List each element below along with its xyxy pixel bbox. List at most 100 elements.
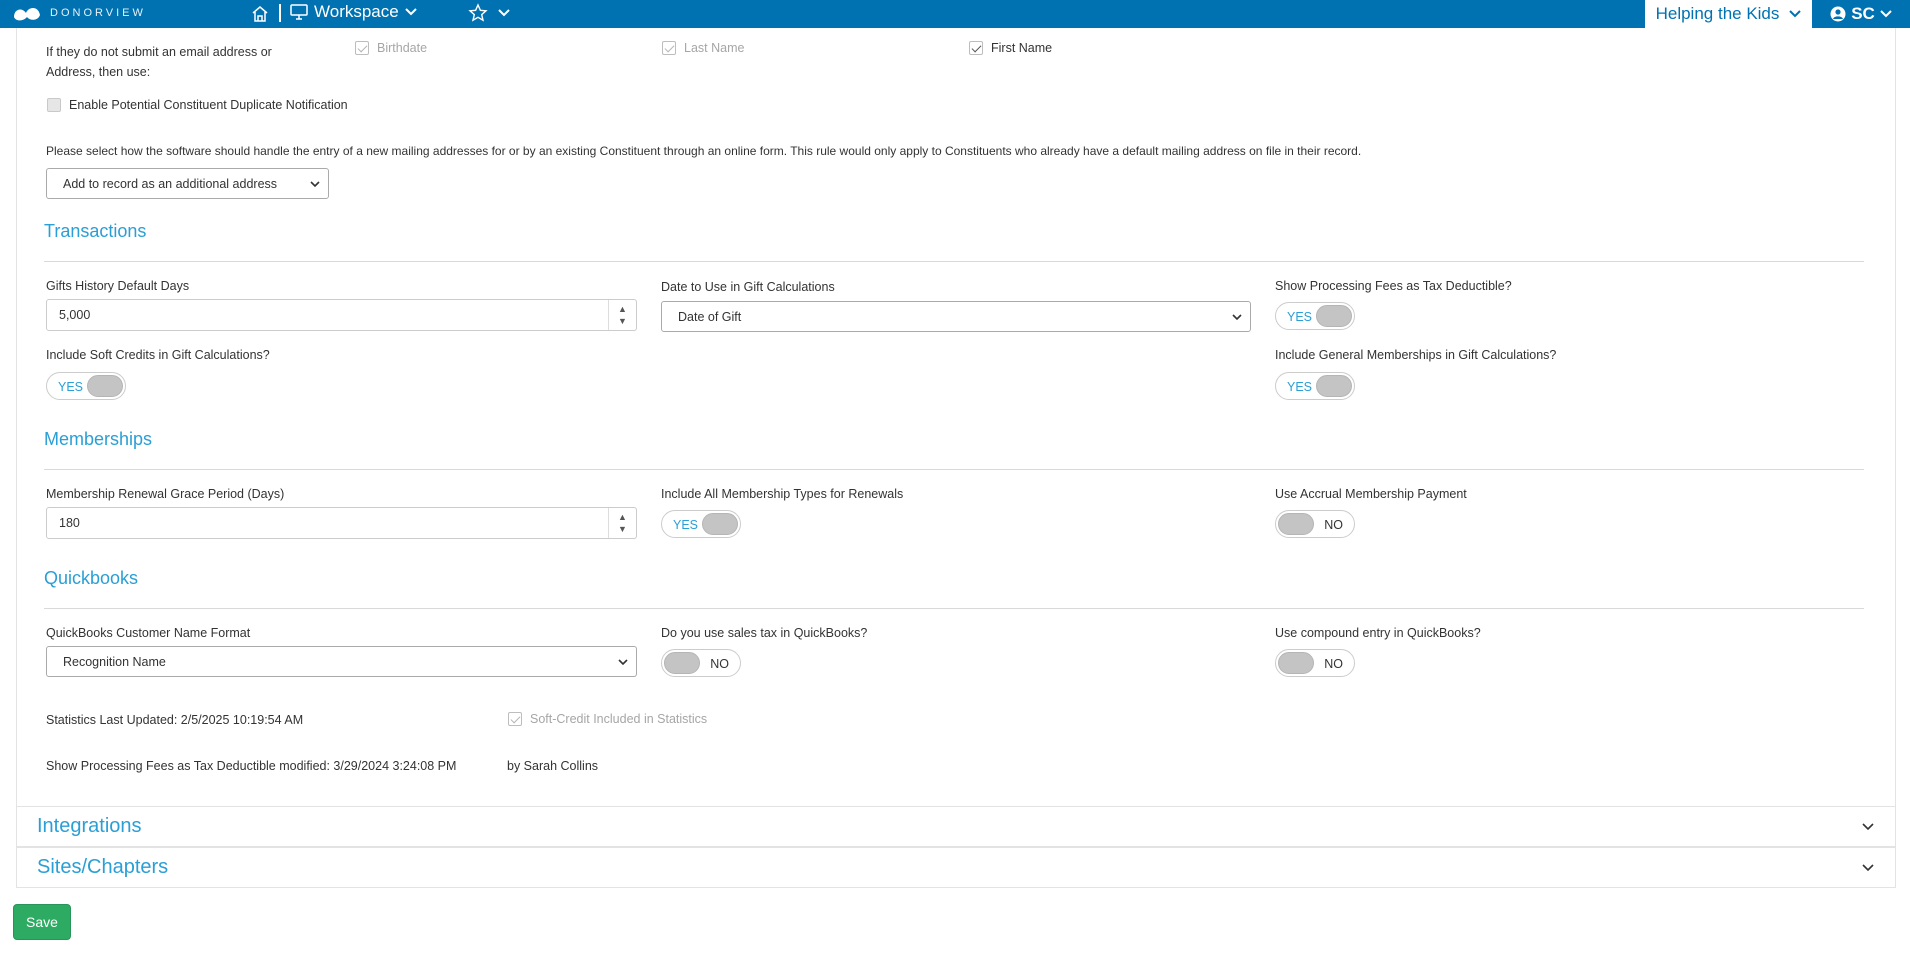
fallback-label-line2: Address, then use: [46, 65, 151, 79]
nav-divider [279, 4, 281, 22]
toggle-knob [1278, 513, 1314, 535]
toggle-text: NO [1324, 518, 1343, 532]
monitor-icon [290, 4, 308, 20]
workspace-menu[interactable]: Workspace [290, 2, 417, 22]
soft-credits-toggle[interactable]: YES [46, 372, 126, 400]
input-value: 180 [59, 516, 80, 530]
name-format-label: QuickBooks Customer Name Format [46, 626, 251, 640]
grace-period-label: Membership Renewal Grace Period (Days) [46, 487, 285, 501]
sales-tax-toggle[interactable]: NO [661, 649, 741, 677]
address-rule-select[interactable]: Add to record as an additional address [46, 168, 329, 199]
user-circle-icon [1830, 6, 1846, 22]
section-divider [44, 261, 1864, 262]
toggle-knob [664, 652, 700, 674]
user-initials: SC [1851, 4, 1875, 23]
address-rule-description: Please select how the software should ha… [46, 144, 1362, 158]
toggle-text: NO [1324, 657, 1343, 671]
home-icon[interactable] [250, 4, 270, 24]
grace-period-input[interactable]: 180 ▲ ▼ [46, 507, 637, 539]
top-navigation-bar: DONORVIEW Workspace Helping the Kids SC [0, 0, 1910, 28]
fees-modified-text: Show Processing Fees as Tax Deductible m… [46, 759, 457, 773]
sites-chapters-accordion[interactable]: Sites/Chapters [16, 847, 1896, 888]
organization-switcher[interactable]: Helping the Kids [1645, 0, 1812, 28]
toggle-knob [1278, 652, 1314, 674]
workspace-label: Workspace [314, 2, 399, 21]
organization-name: Helping the Kids [1655, 4, 1780, 23]
compound-label: Use compound entry in QuickBooks? [1275, 626, 1481, 640]
checkbox-box [508, 712, 522, 726]
gifts-history-label: Gifts History Default Days [46, 279, 190, 293]
chevron-down-icon [1789, 10, 1802, 18]
number-stepper[interactable]: ▲ ▼ [608, 300, 636, 330]
duplicate-notification-checkbox[interactable]: Enable Potential Constituent Duplicate N… [47, 98, 348, 112]
date-calc-select[interactable]: Date of Gift [661, 301, 1251, 332]
star-icon [468, 3, 488, 22]
name-format-select[interactable]: Recognition Name [46, 646, 637, 677]
transactions-heading: Transactions [44, 221, 147, 241]
toggle-knob [1316, 305, 1352, 327]
save-button[interactable]: Save [13, 904, 71, 940]
soft-credits-label: Include Soft Credits in Gift Calculation… [46, 348, 270, 362]
chevron-down-icon [310, 181, 320, 188]
select-value: Recognition Name [63, 654, 166, 669]
favorites-menu[interactable] [468, 3, 510, 23]
user-menu[interactable]: SC [1812, 0, 1910, 28]
checkbox-label: Enable Potential Constituent Duplicate N… [69, 98, 348, 112]
memberships-heading: Memberships [44, 429, 153, 449]
compound-toggle[interactable]: NO [1275, 649, 1355, 677]
accrual-toggle[interactable]: NO [1275, 510, 1355, 538]
chevron-down-icon [498, 9, 510, 17]
checkbox-label: Last Name [684, 41, 745, 55]
sales-tax-label: Do you use sales tax in QuickBooks? [661, 626, 868, 640]
select-value: Date of Gift [678, 309, 742, 324]
toggle-text: YES [673, 518, 699, 532]
toggle-text: YES [58, 380, 84, 394]
fallback-label-line1: If they do not submit an email address o… [46, 45, 272, 59]
number-stepper[interactable]: ▲ ▼ [608, 508, 636, 538]
checkbox-label: First Name [991, 41, 1053, 55]
toggle-knob [1316, 375, 1352, 397]
general-memberships-label: Include General Memberships in Gift Calc… [1275, 348, 1557, 362]
logo-text: DONORVIEW [50, 7, 146, 19]
all-types-label: Include All Membership Types for Renewal… [661, 487, 904, 501]
stats-last-updated: Statistics Last Updated: 2/5/2025 10:19:… [46, 713, 304, 727]
chevron-down-icon [1880, 10, 1892, 18]
accrual-label: Use Accrual Membership Payment [1275, 487, 1467, 501]
modified-by-text: by Sarah Collins [507, 759, 599, 773]
arrow-up-icon[interactable]: ▲ [618, 304, 627, 314]
fallback-label: If they do not submit an email address o… [46, 42, 272, 82]
accordion-title: Integrations [37, 815, 142, 837]
general-memberships-toggle[interactable]: YES [1275, 372, 1355, 400]
last-name-checkbox[interactable]: Last Name [662, 41, 744, 55]
chevron-down-icon [1862, 823, 1874, 831]
integrations-accordion[interactable]: Integrations [16, 806, 1896, 847]
section-divider [44, 469, 1864, 470]
date-calc-label: Date to Use in Gift Calculations [661, 280, 835, 294]
birthdate-checkbox[interactable]: Birthdate [355, 41, 427, 55]
chevron-down-icon [1232, 314, 1242, 321]
toggle-knob [87, 375, 123, 397]
fees-tax-toggle[interactable]: YES [1275, 302, 1355, 330]
checkbox-box [662, 41, 676, 55]
checkbox-label: Birthdate [377, 41, 428, 55]
quickbooks-heading: Quickbooks [44, 568, 139, 588]
checkbox-box [969, 41, 983, 55]
arrow-down-icon[interactable]: ▼ [618, 316, 627, 326]
arrow-up-icon[interactable]: ▲ [618, 512, 627, 522]
donorview-logo[interactable]: DONORVIEW [12, 3, 146, 23]
chevron-down-icon [405, 8, 417, 16]
all-types-toggle[interactable]: YES [661, 510, 741, 538]
toggle-knob [702, 513, 738, 535]
input-value: 5,000 [59, 308, 91, 322]
hands-logo-icon [14, 8, 40, 21]
soft-credit-stats-checkbox: Soft-Credit Included in Statistics [508, 712, 707, 726]
chevron-down-icon [618, 659, 628, 666]
gifts-history-input[interactable]: 5,000 ▲ ▼ [46, 299, 637, 331]
accordion-title: Sites/Chapters [37, 856, 169, 878]
first-name-checkbox[interactable]: First Name [969, 41, 1052, 55]
fees-tax-label: Show Processing Fees as Tax Deductible? [1275, 279, 1512, 293]
toggle-text: NO [710, 657, 729, 671]
arrow-down-icon[interactable]: ▼ [618, 524, 627, 534]
checkbox-label: Soft-Credit Included in Statistics [530, 712, 708, 726]
select-value: Add to record as an additional address [63, 176, 278, 191]
